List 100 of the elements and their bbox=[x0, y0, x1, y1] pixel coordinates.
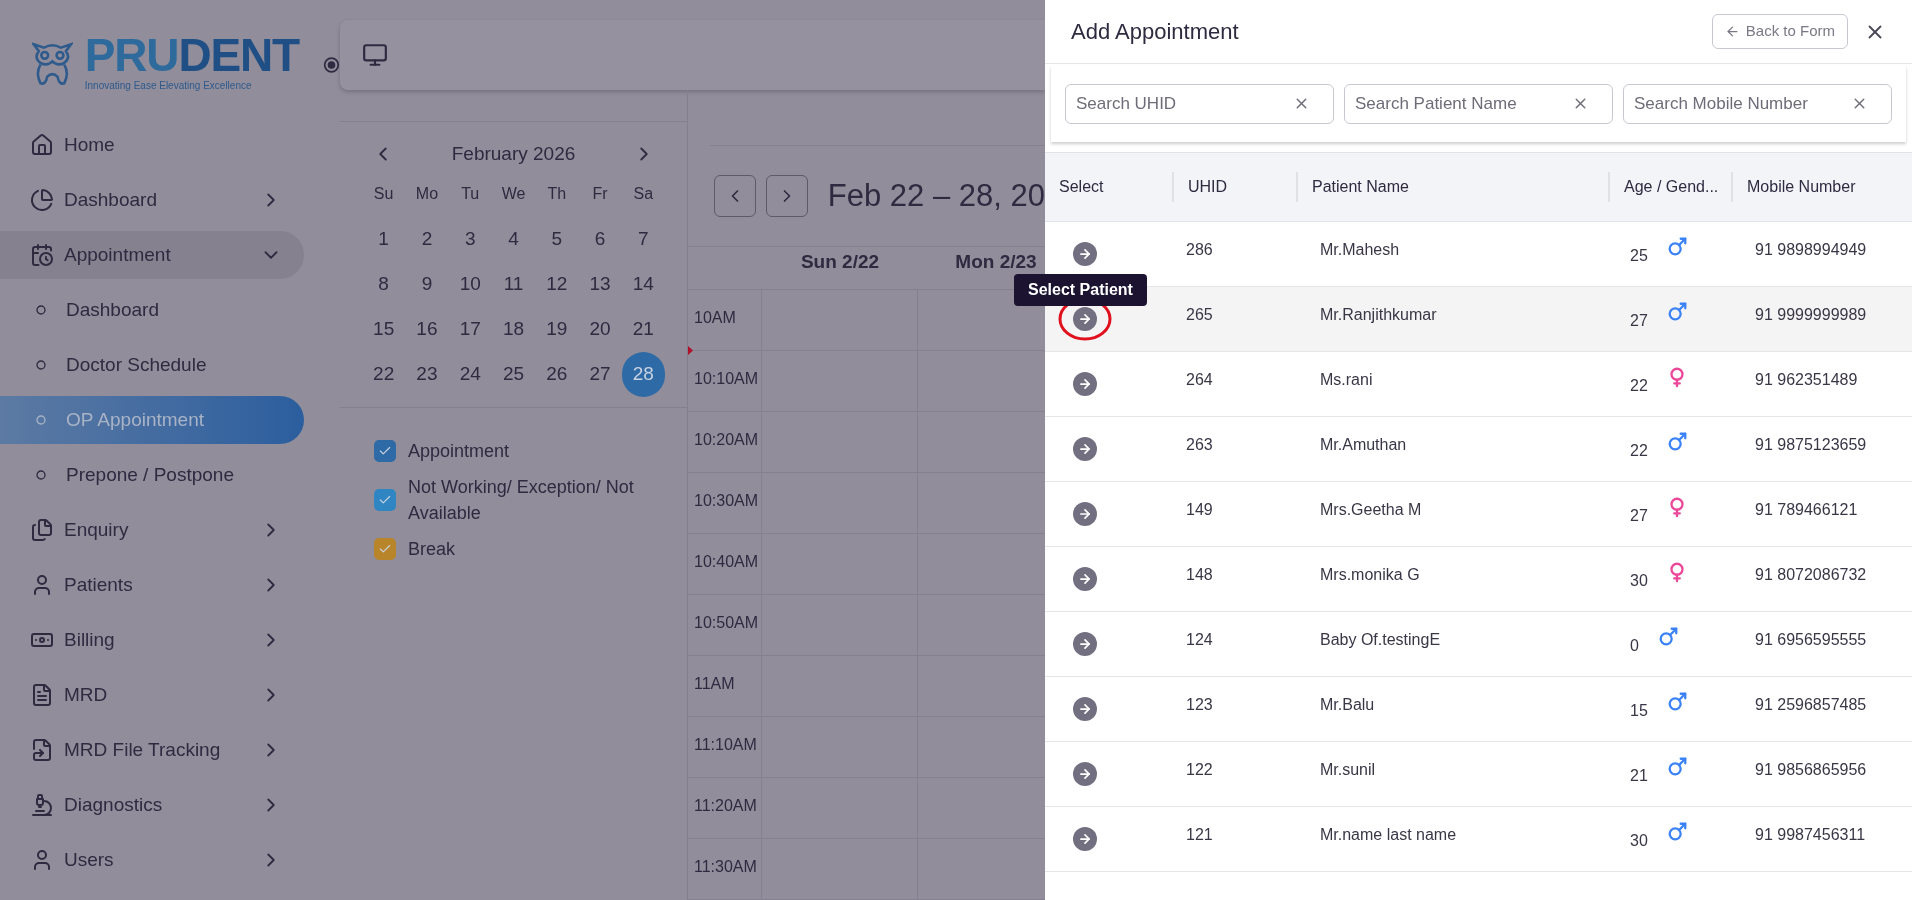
search-field[interactable]: Search UHID bbox=[1065, 84, 1334, 124]
calendar-day[interactable]: 16 bbox=[405, 306, 449, 352]
calendar-day[interactable]: 8 bbox=[362, 261, 406, 307]
calendar-day[interactable]: 15 bbox=[362, 306, 406, 352]
calendar-day[interactable]: 13 bbox=[578, 261, 622, 307]
age-cell-text: 30 bbox=[1630, 571, 1648, 591]
legend-label: Break bbox=[408, 537, 457, 561]
age-cell-text: 22 bbox=[1630, 376, 1648, 396]
calendar-day[interactable]: 3 bbox=[448, 216, 492, 262]
sidebar-item[interactable]: Users bbox=[0, 836, 304, 884]
time-slot-label: 10:40AM bbox=[694, 553, 759, 570]
monitor-icon[interactable] bbox=[362, 42, 388, 68]
calendar-day[interactable]: 7 bbox=[621, 216, 665, 262]
sidebar-item[interactable]: Billing bbox=[0, 616, 304, 664]
calendar-day[interactable]: 17 bbox=[448, 306, 492, 352]
search-field[interactable]: Search Patient Name bbox=[1344, 84, 1613, 124]
uhid-cell: 264 bbox=[1186, 371, 1213, 388]
calendar-day[interactable]: 11 bbox=[491, 261, 536, 307]
mobile-number-cell: 91 9999999989 bbox=[1755, 306, 1867, 323]
uhid-cell: 286 bbox=[1186, 241, 1213, 258]
day-header: Mon 2/23 bbox=[955, 250, 1037, 274]
select-patient-button[interactable] bbox=[1073, 697, 1097, 721]
tooltip: Select Patient bbox=[1014, 274, 1147, 306]
calendar-day[interactable]: 14 bbox=[621, 261, 665, 307]
select-patient-button[interactable] bbox=[1073, 437, 1097, 461]
calendar-day[interactable]: 4 bbox=[491, 216, 536, 262]
calendar-day[interactable]: 12 bbox=[535, 261, 579, 307]
weekday-label: Fr bbox=[591, 183, 609, 204]
uhid-cell: 122 bbox=[1186, 761, 1213, 778]
age-cell-text: 27 bbox=[1630, 506, 1648, 526]
uhid-cell: 121 bbox=[1186, 826, 1213, 843]
age-cell-text: 22 bbox=[1630, 441, 1648, 461]
calendar-day[interactable]: 1 bbox=[362, 216, 406, 262]
select-patient-button[interactable] bbox=[1073, 307, 1097, 331]
calendar-day[interactable]: 20 bbox=[578, 306, 622, 352]
calendar-day[interactable]: 22 bbox=[362, 351, 406, 397]
search-field[interactable]: Search Mobile Number bbox=[1623, 84, 1892, 124]
sidebar-item[interactable]: Home bbox=[0, 121, 304, 169]
calendar-day[interactable]: 24 bbox=[448, 351, 492, 397]
sidebar-item[interactable]: Diagnostics bbox=[0, 781, 304, 829]
sidebar-item[interactable]: MRD bbox=[0, 671, 304, 719]
select-patient-button[interactable] bbox=[1073, 372, 1097, 396]
legend-checkbox[interactable] bbox=[374, 439, 396, 462]
weekday-label: We bbox=[500, 183, 527, 204]
sidebar-subitem[interactable]: Doctor Schedule bbox=[0, 341, 304, 389]
calendar-day[interactable]: 18 bbox=[491, 306, 536, 352]
panel-title: Add Appointment bbox=[1071, 18, 1240, 46]
patient-name-cell: Mrs.monika G bbox=[1320, 566, 1420, 583]
brand-name: PRUDENT bbox=[84, 32, 300, 78]
back-to-form-button[interactable]: Back to Form bbox=[1711, 14, 1848, 49]
uhid-cell: 124 bbox=[1186, 631, 1213, 648]
column-header: Mobile Number bbox=[1747, 177, 1856, 197]
select-patient-button[interactable] bbox=[1073, 827, 1097, 851]
calendar-day[interactable]: 5 bbox=[535, 216, 579, 262]
legend-checkbox[interactable] bbox=[374, 488, 396, 511]
sidebar-subitem[interactable]: Dashboard bbox=[0, 286, 304, 334]
calendar-day[interactable]: 25 bbox=[491, 351, 536, 397]
calendar-day[interactable]: 21 bbox=[621, 306, 665, 352]
age-cell-text: 27 bbox=[1630, 311, 1648, 331]
month-title: February 2026 bbox=[451, 142, 576, 166]
calendar-day[interactable]: 26 bbox=[535, 351, 579, 397]
sidebar-item[interactable]: Appointment bbox=[0, 231, 304, 279]
calendar-day[interactable]: 6 bbox=[578, 216, 622, 262]
mobile-number-cell: 91 9987456311 bbox=[1755, 826, 1866, 843]
select-patient-button[interactable] bbox=[1073, 567, 1097, 591]
sidebar-item[interactable]: Patients bbox=[0, 561, 304, 609]
legend-checkbox[interactable] bbox=[374, 537, 396, 560]
calendar-day[interactable]: 2 bbox=[405, 216, 449, 262]
age-cell-text: 30 bbox=[1630, 831, 1648, 851]
documents-icon bbox=[30, 518, 54, 542]
sidebar-subitem[interactable]: Prepone / Postpone bbox=[0, 451, 304, 499]
sidebar-item[interactable]: MRD File Tracking bbox=[0, 726, 304, 774]
select-patient-button[interactable] bbox=[1073, 632, 1097, 656]
select-patient-button[interactable] bbox=[1073, 762, 1097, 786]
circle-bullet-icon bbox=[36, 470, 46, 480]
calendar-day[interactable]: 23 bbox=[405, 351, 449, 397]
mobile-number-cell: 91 9898994949 bbox=[1755, 241, 1867, 258]
weekday-label: Sa bbox=[632, 183, 655, 204]
sidebar-item[interactable]: Dashboard bbox=[0, 176, 304, 224]
calendar-day[interactable]: 10 bbox=[448, 261, 492, 307]
calendar-day[interactable]: 9 bbox=[405, 261, 449, 307]
time-slot-label: 10:20AM bbox=[694, 431, 759, 448]
select-patient-button[interactable] bbox=[1073, 502, 1097, 526]
mobile-number-cell: 91 789466121 bbox=[1755, 501, 1858, 518]
day-header: Sun 2/22 bbox=[800, 250, 880, 274]
column-header: Age / Gend... bbox=[1624, 177, 1719, 197]
select-patient-button[interactable] bbox=[1073, 242, 1097, 266]
sidebar-item[interactable]: Enquiry bbox=[0, 506, 304, 554]
patient-name-cell: Mr.Amuthan bbox=[1320, 436, 1407, 453]
column-header: Patient Name bbox=[1312, 177, 1409, 197]
column-header: Select bbox=[1059, 177, 1104, 197]
sidebar-subitem[interactable]: OP Appointment bbox=[0, 396, 304, 444]
age-cell-text: 15 bbox=[1630, 701, 1648, 721]
calendar-day[interactable]: 19 bbox=[535, 306, 579, 352]
weekday-label: Mo bbox=[414, 183, 440, 204]
calendar-day[interactable]: 27 bbox=[578, 351, 622, 397]
radio-target-icon[interactable] bbox=[323, 54, 340, 75]
calendar-day[interactable]: 28 bbox=[621, 351, 665, 397]
patient-name-cell: Mr.name last name bbox=[1320, 826, 1457, 843]
weekday-label: Th bbox=[546, 183, 568, 204]
